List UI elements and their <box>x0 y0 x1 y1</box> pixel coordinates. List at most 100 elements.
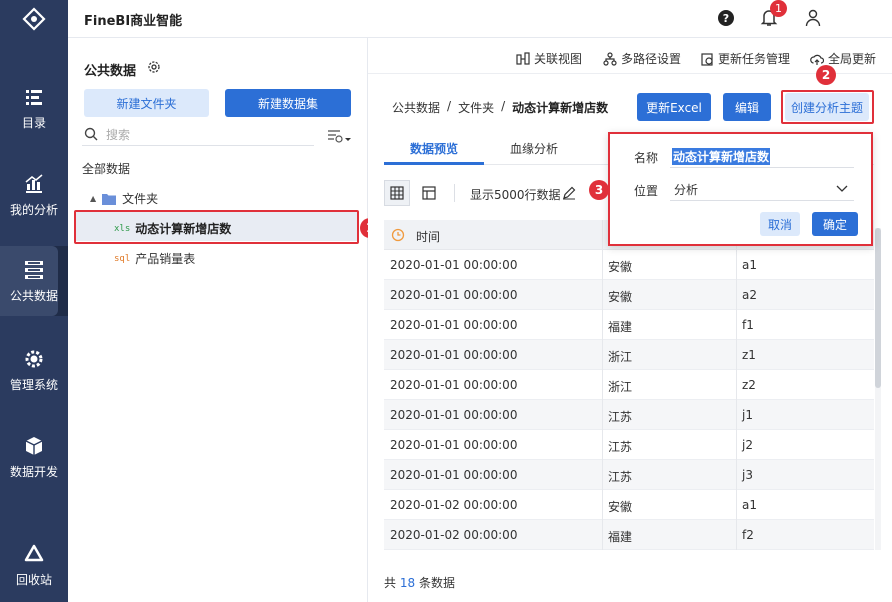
table-cell: 福建 <box>608 530 633 544</box>
global-update-link[interactable]: 全局更新 <box>810 50 876 67</box>
table-cell: j1 <box>742 408 753 422</box>
table-cell: f2 <box>742 528 754 542</box>
popup-confirm-button[interactable]: 确定 <box>812 212 858 236</box>
linked-view-link[interactable]: 关联视图 <box>516 50 582 67</box>
toolbar-divider <box>454 184 455 202</box>
update-excel-button[interactable]: 更新Excel <box>637 93 711 121</box>
table-cell: 福建 <box>608 320 633 334</box>
catalog-icon <box>26 89 42 105</box>
highlight-box-2 <box>781 90 874 124</box>
table-cell: a1 <box>742 498 757 512</box>
tree-root[interactable]: 全部数据 <box>82 160 130 177</box>
column-header-time[interactable]: 时间 <box>416 228 440 245</box>
edit-rows-pencil-icon[interactable] <box>562 186 576 200</box>
nav-item-public-data[interactable]: 公共数据 <box>0 246 68 316</box>
breadcrumb: 公共数据 / 文件夹 / 动态计算新增店数 <box>392 99 608 116</box>
nav-item-data-dev[interactable]: 数据开发 <box>0 422 68 492</box>
tree-item-label: 产品销量表 <box>135 252 196 266</box>
nav-item-catalog[interactable]: 目录 <box>0 73 68 143</box>
nav-item-management[interactable]: 管理系统 <box>0 335 68 405</box>
edit-button[interactable]: 编辑 <box>723 93 771 121</box>
update-task-icon <box>701 52 713 66</box>
notification-badge: 1 <box>770 0 787 17</box>
breadcrumb-separator: / <box>447 99 452 113</box>
expand-caret-icon[interactable]: ▲ <box>90 194 96 203</box>
breadcrumb-folder[interactable]: 文件夹 <box>458 99 494 116</box>
table-grid-icon <box>390 186 404 200</box>
table-cell: 江苏 <box>608 470 633 484</box>
scrollbar-thumb[interactable] <box>875 228 881 388</box>
table-cell: 2020-01-01 00:00:00 <box>390 378 518 392</box>
help-icon[interactable]: ? <box>717 9 735 27</box>
popup-location-label: 位置 <box>634 184 659 198</box>
filter-sort-icon[interactable] <box>326 128 352 144</box>
popup-location-select[interactable]: 分析 <box>670 177 854 201</box>
tree-settings-icon[interactable] <box>147 60 161 74</box>
app-logo[interactable] <box>0 0 68 38</box>
new-dataset-button[interactable]: 新建数据集 <box>225 89 351 117</box>
analysis-icon <box>25 173 43 193</box>
tree-item-sql[interactable]: sql 产品销量表 <box>114 250 195 267</box>
highlight-box-1 <box>74 210 359 244</box>
linked-view-label: 关联视图 <box>534 52 583 66</box>
search-icon <box>84 127 98 141</box>
update-task-label: 更新任务管理 <box>718 52 791 66</box>
popup-name-label: 名称 <box>634 151 659 165</box>
table-cell: 安徽 <box>608 290 633 304</box>
layout-view-button[interactable] <box>422 186 438 202</box>
popup-name-value: 动态计算新增店数 <box>672 148 771 165</box>
multi-path-label: 多路径设置 <box>621 52 682 66</box>
layout-icon <box>422 186 436 200</box>
table-cell: 2020-01-01 00:00:00 <box>390 468 518 482</box>
table-cell: 浙江 <box>608 350 633 364</box>
sql-icon: sql <box>114 253 131 264</box>
nav-item-recycle-bin[interactable]: 回收站 <box>0 530 68 600</box>
grid-view-button[interactable] <box>384 180 410 206</box>
public-data-icon <box>25 260 43 279</box>
total-suffix: 条数据 <box>418 576 455 590</box>
new-folder-button[interactable]: 新建文件夹 <box>84 89 209 117</box>
nav-label: 回收站 <box>15 572 52 587</box>
search-box[interactable]: 搜索 <box>82 124 314 146</box>
table-cell: 2020-01-01 00:00:00 <box>390 318 518 332</box>
user-icon[interactable] <box>805 9 821 27</box>
nav-label: 目录 <box>21 115 46 130</box>
global-update-label: 全局更新 <box>828 52 877 66</box>
table-scrollbar[interactable] <box>875 228 881 550</box>
table-cell: 安徽 <box>608 500 633 514</box>
table-cell: 2020-01-02 00:00:00 <box>390 528 518 542</box>
settings-gear-icon <box>25 350 43 367</box>
time-column-clock-icon <box>391 228 405 242</box>
update-task-link[interactable]: 更新任务管理 <box>700 50 790 67</box>
popup-location-value: 分析 <box>674 183 699 197</box>
popup-cancel-button[interactable]: 取消 <box>760 212 800 236</box>
table-cell: z1 <box>742 348 756 362</box>
linked-view-icon <box>516 51 530 65</box>
callout-2: 2 <box>816 65 836 85</box>
folder-icon <box>102 193 117 205</box>
multi-path-link[interactable]: 多路径设置 <box>603 50 681 67</box>
breadcrumb-separator: / <box>501 99 506 113</box>
breadcrumb-root[interactable]: 公共数据 <box>392 99 440 116</box>
show-rows-label: 显示5000行数据 <box>470 188 561 202</box>
nav-label: 公共数据 <box>9 288 58 303</box>
table-cell: 2020-01-01 00:00:00 <box>390 258 518 272</box>
table-cell: f1 <box>742 318 754 332</box>
recycle-bin-icon <box>24 544 44 561</box>
column-divider <box>602 220 603 550</box>
app-title: FineBI商业智能 <box>84 14 183 29</box>
tab-data-preview[interactable]: 数据预览 <box>410 140 458 157</box>
table-cell: 安徽 <box>608 260 633 274</box>
main-panel: 关联视图 多路径设置 更新任务管理 全局更新 公共数据 / 文件夹 / 动态计算… <box>368 38 892 602</box>
nav-label: 我的分析 <box>9 202 58 217</box>
nav-label: 管理系统 <box>9 377 58 392</box>
nav-item-my-analysis[interactable]: 我的分析 <box>0 160 68 230</box>
popup-name-input[interactable]: 动态计算新增店数 <box>670 144 854 168</box>
tree-folder[interactable]: ▲ 文件夹 <box>90 190 158 207</box>
table-cell: 2020-01-01 00:00:00 <box>390 288 518 302</box>
tab-lineage-analysis[interactable]: 血缘分析 <box>510 140 558 157</box>
callout-3: 3 <box>589 180 609 200</box>
multi-path-icon <box>603 51 617 66</box>
cloud-update-icon <box>810 54 824 65</box>
svg-text:?: ? <box>723 12 729 25</box>
